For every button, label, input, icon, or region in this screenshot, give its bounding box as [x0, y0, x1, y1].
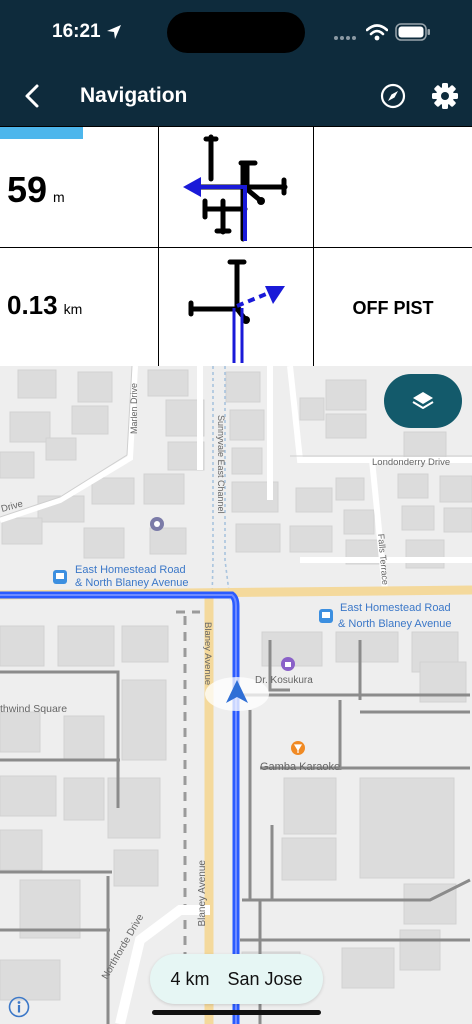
back-chevron-icon[interactable]: [20, 82, 46, 110]
road-label-blaney-bottom: Blaney Avenue: [197, 860, 208, 927]
road-label-windsquare: thwind Square: [0, 703, 67, 715]
intersection-turn-left-icon: [183, 134, 288, 242]
compass-icon[interactable]: [380, 83, 406, 109]
distance-value-2: 0.13 km: [7, 290, 82, 321]
wifi-icon: [366, 24, 388, 41]
poi-label-ehr-left-2: & North Blaney Avenue: [75, 577, 189, 589]
bus-stop-icon: [319, 609, 333, 623]
karaoke-icon: [291, 741, 305, 755]
page-title: Navigation: [80, 84, 188, 107]
status-time: 16:21: [52, 21, 101, 42]
location-arrow-icon: [107, 25, 121, 39]
maneuver-cell-2: [159, 248, 314, 367]
route-destination: San Jose: [227, 968, 303, 989]
map-canvas[interactable]: Marlen Drive Sunnyvale East Channel Lond…: [0, 366, 472, 1024]
poi-label-ehr-left-1: East Homestead Road: [75, 564, 186, 576]
app-header: 16:21 Navigation: [0, 0, 472, 126]
wheelchair-icon: [150, 517, 164, 531]
info-cell-2: OFF PIST: [314, 248, 472, 367]
distance-unit-2: km: [63, 301, 83, 317]
distance-unit-1: m: [53, 189, 65, 205]
progress-bar: [0, 127, 83, 139]
info-icon[interactable]: [8, 996, 30, 1018]
distance-cell-2: 0.13 km: [0, 248, 159, 367]
intersection-offroute-icon: [188, 259, 285, 363]
shopping-bag-icon: [281, 657, 295, 671]
road-label-marlen: Marlen Drive: [129, 383, 139, 434]
battery-icon: [395, 23, 430, 41]
road-label-blaney-top: Blaney Avenue: [202, 622, 213, 685]
distance-value-1: 59 m: [7, 169, 65, 211]
info-cell-1: [314, 127, 472, 248]
dynamic-island: [167, 12, 305, 53]
off-route-label: OFF PIST: [352, 298, 434, 318]
layers-icon: [412, 392, 434, 409]
bus-stop-icon: [53, 570, 67, 584]
poi-label-ehr-right-1: East Homestead Road: [340, 602, 451, 614]
home-indicator: [152, 1010, 321, 1015]
channel-label: Sunnyvale East Channel: [216, 415, 226, 514]
poi-label-kosukura: Dr. Kosukura: [255, 675, 313, 686]
maneuver-cell-1: [159, 127, 314, 248]
map-view[interactable]: Marlen Drive Sunnyvale East Channel Lond…: [0, 366, 472, 1024]
layers-button[interactable]: [384, 374, 462, 428]
route-summary-pill[interactable]: 4 km San Jose: [150, 954, 323, 1004]
road-label-londonderry: Londonderry Drive: [372, 457, 450, 468]
distance-number-1: 59: [7, 169, 48, 210]
gear-icon[interactable]: [431, 82, 459, 110]
signal-dots-icon: [334, 36, 356, 40]
route-distance: 4 km: [170, 968, 210, 989]
distance-number-2: 0.13: [7, 290, 58, 320]
poi-label-ehr-right-2: & North Blaney Avenue: [338, 618, 452, 630]
poi-label-gamba: Gamba Karaoke: [260, 761, 340, 773]
instruction-panel: 59 m 0.13 km OFF PIST: [0, 126, 472, 367]
distance-cell-1: 59 m: [0, 127, 159, 248]
